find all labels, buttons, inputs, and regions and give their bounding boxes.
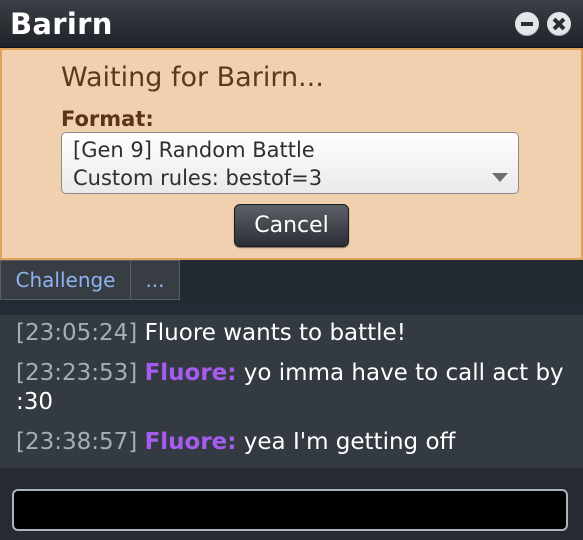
waiting-text: Waiting for Barirn... — [61, 62, 324, 93]
chat-message: yea I'm getting off — [243, 429, 456, 455]
timestamp: [23:05:24] — [16, 320, 138, 346]
chat-log: [23:05:24] Fluore wants to battle! [23:2… — [0, 315, 583, 468]
format-label: Format: — [61, 107, 154, 131]
chat-message: Fluore wants to battle! — [144, 320, 406, 346]
format-select[interactable]: [Gen 9] Random Battle Custom rules: best… — [61, 132, 519, 194]
chevron-down-icon — [492, 173, 508, 182]
chat-username[interactable]: Fluore: — [145, 429, 237, 455]
tab-challenge[interactable]: Challenge — [0, 260, 131, 300]
challenge-panel: Waiting for Barirn... Format: [Gen 9] Ra… — [0, 48, 583, 260]
chat-line: [23:05:24] Fluore wants to battle! — [16, 319, 567, 348]
timestamp: [23:38:57] — [16, 429, 138, 455]
tab-strip: Challenge ... — [0, 260, 583, 302]
format-rules: Custom rules: bestof=3 — [73, 166, 323, 190]
timestamp: [23:23:53] — [16, 360, 138, 386]
minimize-icon[interactable] — [515, 12, 539, 36]
chat-username[interactable]: Fluore: — [145, 360, 237, 386]
chat-line: [23:23:53] Fluore: yo imma have to call … — [16, 359, 567, 417]
tab-more[interactable]: ... — [130, 260, 180, 300]
chat-input[interactable] — [12, 489, 568, 531]
chat-line: [23:38:57] Fluore: yea I'm getting off — [16, 428, 567, 457]
window-title: Barirn — [10, 7, 113, 41]
chat-input-area — [0, 468, 583, 540]
title-bar[interactable]: Barirn — [0, 0, 583, 48]
format-name: [Gen 9] Random Battle — [73, 138, 315, 162]
close-icon[interactable] — [547, 12, 571, 36]
cancel-button[interactable]: Cancel — [234, 204, 349, 247]
pm-window: Barirn Waiting for Barirn... Format: [Ge… — [0, 0, 583, 540]
